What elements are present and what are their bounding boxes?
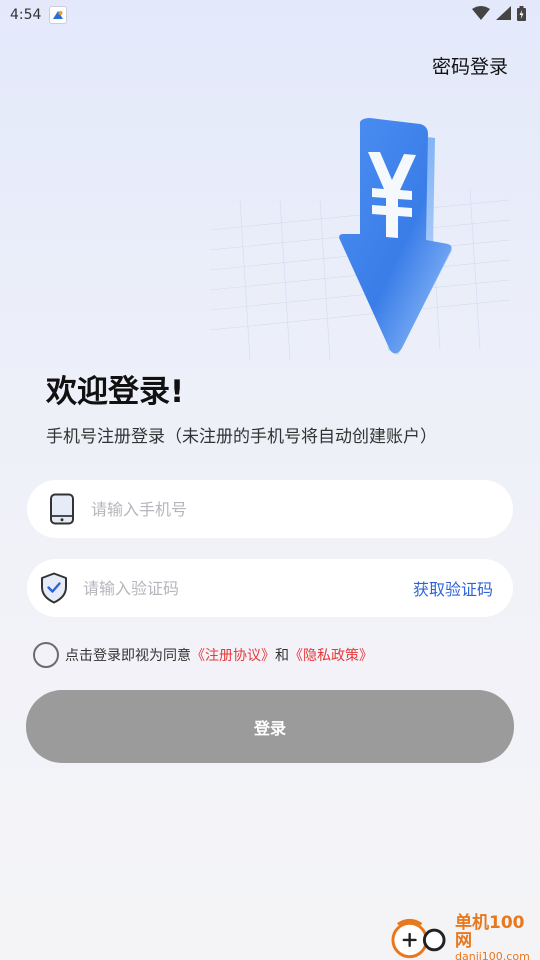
phone-input[interactable] bbox=[91, 499, 513, 519]
app-notification-icon bbox=[49, 6, 68, 24]
agreement-checkbox[interactable] bbox=[33, 642, 59, 668]
status-right bbox=[472, 5, 526, 25]
welcome-title: 欢迎登录! bbox=[46, 374, 185, 410]
password-login-link[interactable]: 密码登录 bbox=[432, 52, 508, 79]
code-field[interactable]: 获取验证码 bbox=[27, 559, 513, 617]
welcome-subtitle: 手机号注册登录（未注册的手机号将自动创建账户） bbox=[46, 427, 437, 447]
watermark-url: danji100.com bbox=[455, 950, 530, 960]
phone-icon bbox=[47, 491, 77, 527]
watermark-text: 单机100网 danji100.com bbox=[455, 915, 540, 960]
shield-check-icon bbox=[39, 570, 69, 606]
agreement-prefix: 点击登录即视为同意 bbox=[65, 648, 191, 664]
code-input[interactable] bbox=[83, 578, 413, 598]
status-time: 4:54 bbox=[10, 7, 42, 23]
watermark-name: 单机100网 bbox=[455, 913, 525, 952]
get-code-button[interactable]: 获取验证码 bbox=[413, 576, 493, 600]
login-button[interactable]: 登录 bbox=[26, 690, 514, 763]
status-left: 4:54 bbox=[10, 6, 68, 24]
watermark: 单机100网 danji100.com bbox=[390, 915, 540, 960]
yen-download-arrow-icon bbox=[180, 100, 520, 380]
privacy-link[interactable]: 《隐私政策》 bbox=[289, 645, 373, 665]
agreement-row: 点击登录即视为同意 《注册协议》 和 《隐私政策》 bbox=[33, 642, 373, 668]
agreement-and: 和 bbox=[275, 648, 289, 664]
signal-icon bbox=[496, 6, 511, 24]
watermark-logo-icon bbox=[391, 918, 446, 959]
terms-link[interactable]: 《注册协议》 bbox=[191, 645, 275, 665]
wifi-icon bbox=[472, 6, 490, 24]
phone-field[interactable] bbox=[27, 480, 513, 538]
battery-icon bbox=[517, 5, 526, 25]
status-bar: 4:54 bbox=[0, 0, 540, 30]
